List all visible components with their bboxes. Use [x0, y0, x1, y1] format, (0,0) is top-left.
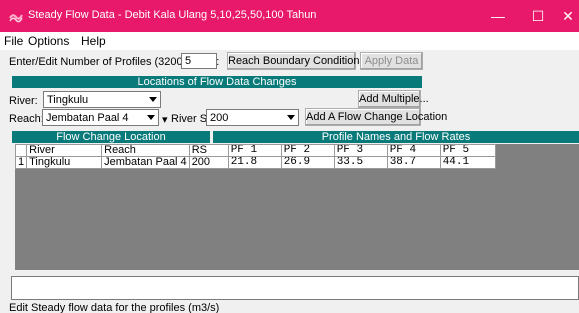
cell-pf3[interactable]: 33.5 — [333, 156, 388, 169]
cell-pf1[interactable]: 21.8 — [227, 156, 282, 169]
menu-bar: File Options Help — [0, 32, 579, 50]
column-header-pf3[interactable]: PF 3 — [333, 144, 388, 157]
row-number-header — [14, 144, 28, 157]
reach-boundary-conditions-button[interactable]: Reach Boundary Conditions ... — [227, 52, 377, 70]
close-icon[interactable]: ✕ — [548, 0, 579, 32]
hecras-app-icon — [9, 14, 23, 23]
column-header-pf1[interactable]: PF 1 — [227, 144, 282, 157]
river-sta-select-value: 200 — [210, 112, 229, 124]
chevron-down-icon — [147, 115, 155, 120]
reach-select[interactable]: Jembatan Paal 4 — [42, 109, 159, 126]
profile-names-header: Profile Names and Flow Rates — [213, 131, 579, 143]
cell-reach[interactable]: Jembatan Paal 4 — [101, 156, 190, 169]
apply-data-button[interactable]: Apply Data — [360, 52, 423, 70]
title-bar[interactable]: Steady Flow Data - Debit Kala Ulang 5,10… — [0, 0, 579, 32]
locations-header: Locations of Flow Data Changes — [12, 76, 422, 88]
status-text: Edit Steady flow data for the profiles (… — [9, 302, 220, 313]
row-number: 1 — [14, 156, 28, 169]
flow-data-grid[interactable]: River Reach RS PF 1 PF 2 PF 3 PF 4 PF 5 … — [14, 144, 579, 270]
cell-river[interactable]: Tingkulu — [26, 156, 103, 169]
column-header-pf4[interactable]: PF 4 — [386, 144, 441, 157]
river-label: River: — [9, 95, 38, 107]
chevron-down-icon — [287, 115, 295, 120]
menu-options[interactable]: Options — [28, 34, 69, 48]
description-textbox[interactable] — [11, 276, 579, 300]
cell-pf4[interactable]: 38.7 — [386, 156, 441, 169]
menu-help[interactable]: Help — [81, 34, 106, 48]
add-flow-change-location-button[interactable]: Add A Flow Change Location — [305, 108, 447, 126]
minimize-icon[interactable]: — — [478, 0, 518, 32]
river-sta-select[interactable]: 200 — [206, 109, 299, 126]
reach-select-value: Jembatan Paal 4 — [46, 112, 129, 124]
reach-label: Reach: — [9, 113, 44, 125]
column-header-pf2[interactable]: PF 2 — [280, 144, 335, 157]
column-header-pf5[interactable]: PF 5 — [439, 144, 496, 157]
chevron-down-icon — [149, 97, 157, 102]
column-header-reach[interactable]: Reach — [101, 144, 190, 157]
river-select-value: Tingkulu — [47, 94, 89, 106]
flow-change-location-header: Flow Change Location — [12, 131, 210, 143]
table-row: 1 Tingkulu Jembatan Paal 4 200 21.8 26.9… — [14, 156, 496, 169]
cell-pf2[interactable]: 26.9 — [280, 156, 335, 169]
river-select[interactable]: Tingkulu — [43, 91, 161, 108]
window-title: Steady Flow Data - Debit Kala Ulang 5,10… — [28, 9, 317, 21]
column-header-rs[interactable]: RS — [188, 144, 229, 157]
menu-file[interactable]: File — [4, 34, 23, 48]
add-multiple-button[interactable]: Add Multiple... — [358, 90, 429, 108]
column-header-river[interactable]: River — [26, 144, 103, 157]
profiles-count-input[interactable]: 5 — [181, 53, 217, 69]
table-header-row: River Reach RS PF 1 PF 2 PF 3 PF 4 PF 5 — [14, 144, 496, 157]
flow-data-table: River Reach RS PF 1 PF 2 PF 3 PF 4 PF 5 … — [14, 144, 496, 169]
cell-pf5[interactable]: 44.1 — [439, 156, 496, 169]
chevron-down-icon: ▾ — [162, 114, 168, 126]
cell-rs[interactable]: 200 — [188, 156, 229, 169]
